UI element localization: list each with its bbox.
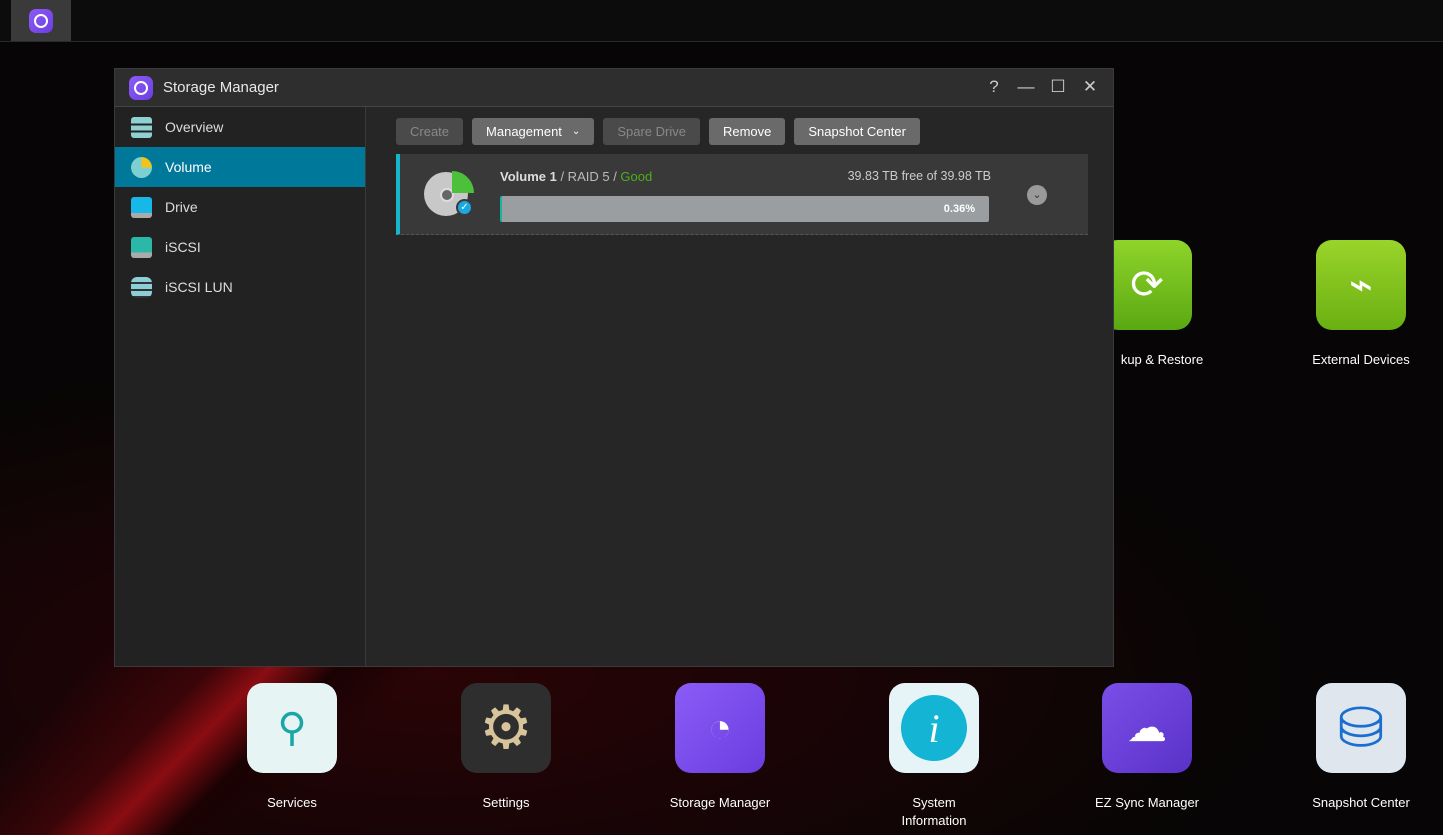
taskbar-storage-manager-button[interactable] <box>11 0 71 41</box>
chevron-down-icon: ⌄ <box>571 126 581 137</box>
iscsi-icon <box>131 236 152 258</box>
sidebar-item-iscsi[interactable]: iSCSI <box>115 227 365 267</box>
check-icon: ✓ <box>456 199 473 216</box>
status-badge: Good <box>620 169 653 184</box>
sidebar-item-volume[interactable]: Volume <box>115 147 365 187</box>
toolbar: Create Management ⌄ Spare Drive Remove Sn… <box>396 118 920 145</box>
desktop-icon-external-devices[interactable]: ⌁ External Devices <box>1301 240 1421 369</box>
drive-icon <box>131 196 152 218</box>
main-content: Create Management ⌄ Spare Drive Remove Sn… <box>367 107 1113 666</box>
storage-manager-icon: ◔ <box>675 683 765 773</box>
usb-icon: ⌁ <box>1316 240 1406 330</box>
desktop-icon-services[interactable]: ⚲ Services <box>232 683 352 812</box>
sidebar-item-overview[interactable]: Overview <box>115 107 365 147</box>
spare-drive-button[interactable]: Spare Drive <box>603 118 700 145</box>
backup-icon: ⟳ <box>1102 240 1192 330</box>
overview-icon <box>131 116 152 138</box>
sidebar-item-drive[interactable]: Drive <box>115 187 365 227</box>
create-button[interactable]: Create <box>396 118 464 145</box>
volume-icon <box>131 156 152 178</box>
storage-manager-icon <box>29 8 53 33</box>
help-icon[interactable]: ? <box>985 77 1003 97</box>
database-icon <box>131 276 152 298</box>
desktop-icon-system-information[interactable]: i System Information <box>874 683 994 830</box>
gear-icon: ⚙ <box>461 683 551 773</box>
volume-capacity: 39.83 TB free of 39.98 TB <box>847 169 991 183</box>
storage-manager-icon <box>129 75 153 100</box>
sidebar: Overview Volume Drive iSCSI iSCSI LUN <box>115 107 366 666</box>
maximize-icon[interactable]: ☐ <box>1049 77 1067 97</box>
storage-manager-window: Storage Manager ? — ☐ ✕ Overview Volume … <box>114 68 1114 667</box>
desktop-icon-storage-manager[interactable]: ◔ Storage Manager <box>660 683 780 812</box>
window-title: Storage Manager <box>163 79 279 96</box>
taskbar <box>0 0 1443 42</box>
title-bar[interactable]: Storage Manager ? — ☐ ✕ <box>115 69 1113 107</box>
close-icon[interactable]: ✕ <box>1081 77 1099 97</box>
snapshot-center-button[interactable]: Snapshot Center <box>794 118 920 145</box>
desktop-icon-snapshot-center[interactable]: ⛁ Snapshot Center <box>1301 683 1421 812</box>
minimize-icon[interactable]: — <box>1017 77 1035 97</box>
sidebar-item-iscsi-lun[interactable]: iSCSI LUN <box>115 267 365 307</box>
services-icon: ⚲ <box>247 683 337 773</box>
usage-pie-icon <box>452 171 474 193</box>
database-camera-icon: ⛁ <box>1316 683 1406 773</box>
cloud-sync-icon: ☁ <box>1102 683 1192 773</box>
remove-button[interactable]: Remove <box>708 118 786 145</box>
volume-card[interactable]: ✓ Volume 1 / RAID 5 / Good 39.83 TB free… <box>396 154 1088 235</box>
info-icon: i <box>889 683 979 773</box>
management-dropdown[interactable]: Management ⌄ <box>472 118 595 145</box>
expand-chevron-icon[interactable]: ⌄ <box>1027 185 1047 205</box>
desktop-icon-ez-sync[interactable]: ☁ EZ Sync Manager <box>1087 683 1207 812</box>
volume-title: Volume 1 / RAID 5 / Good <box>500 169 653 184</box>
usage-bar: 0.36% <box>500 196 989 222</box>
desktop-icon-settings[interactable]: ⚙ Settings <box>446 683 566 812</box>
